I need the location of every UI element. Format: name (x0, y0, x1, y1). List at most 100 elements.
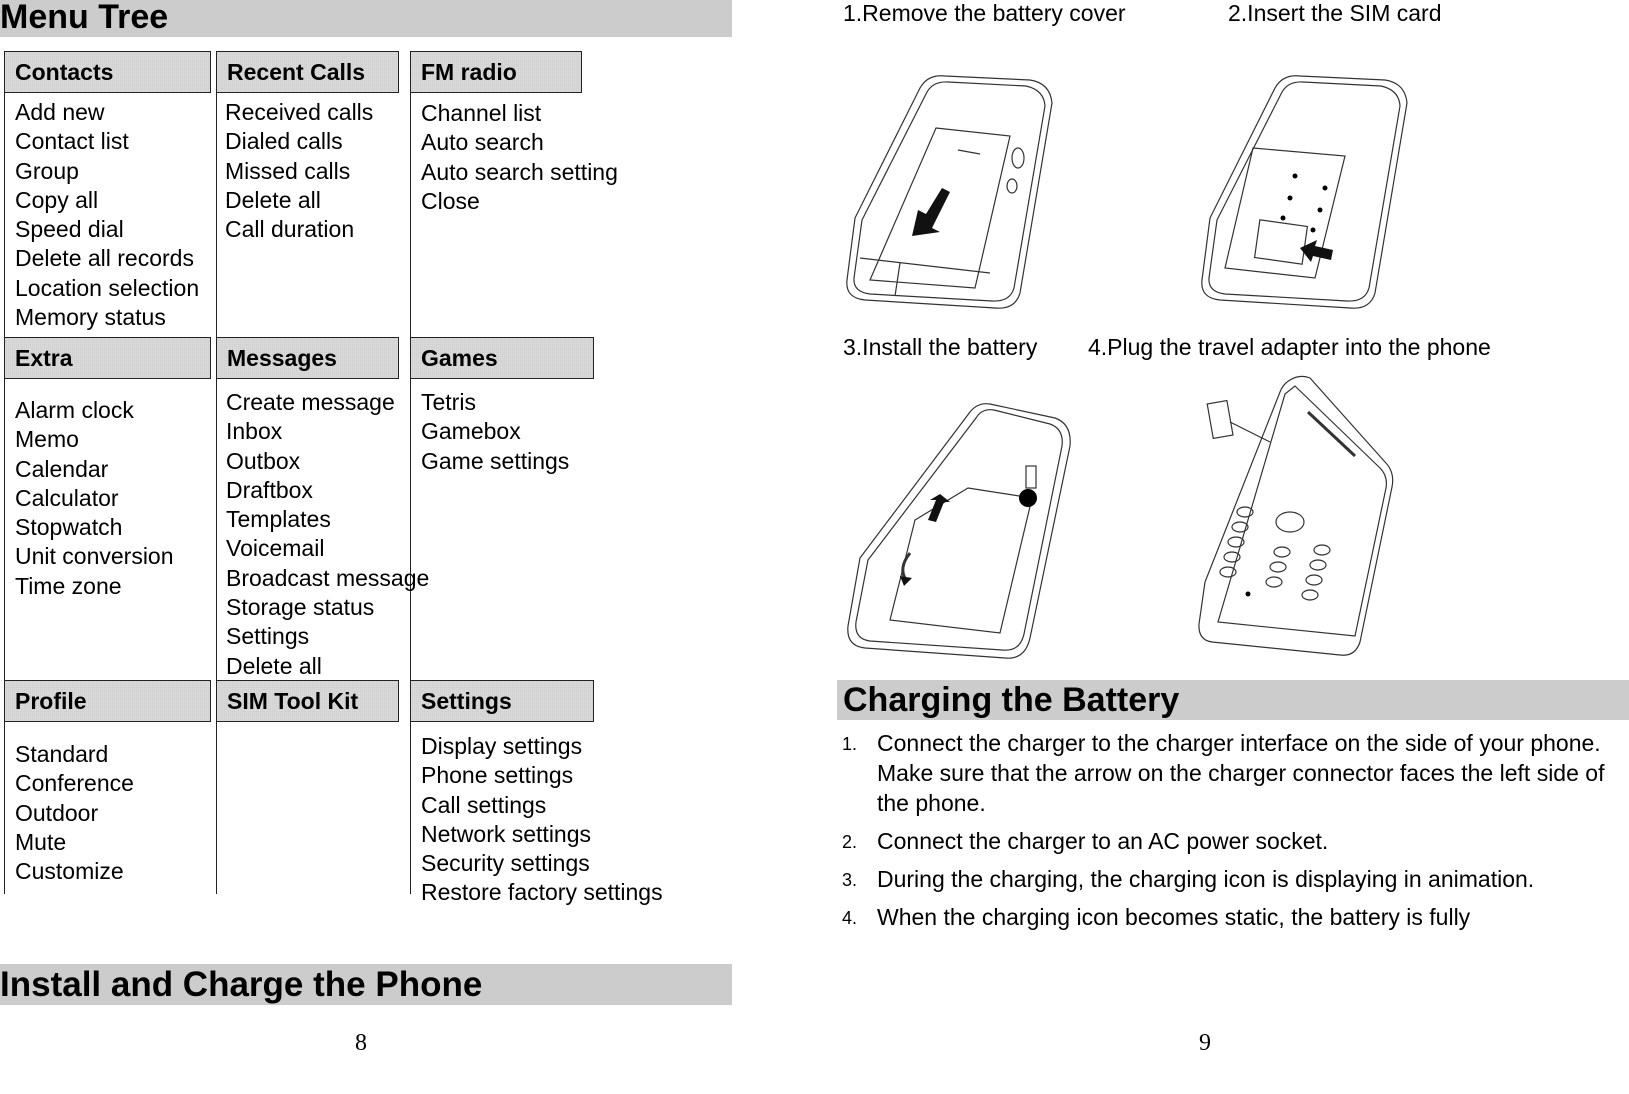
menu-item: Customize (15, 858, 124, 885)
page-number-left: 8 (355, 1030, 367, 1056)
list-number: 3. (842, 870, 858, 890)
menu-items-settings: Display settings Phone settings Call setti… (421, 732, 663, 908)
menu-item: Memory status (15, 304, 166, 331)
list-text: Connect the charger to the charger inter… (877, 730, 1601, 756)
menu-item: Mute (15, 828, 67, 855)
menu-item: Delete all records (15, 245, 194, 272)
column-divider (4, 722, 5, 894)
menu-item: Add new (15, 99, 105, 125)
page-number-right: 9 (1199, 1030, 1211, 1056)
menu-header-settings: Settings (410, 680, 594, 722)
menu-item: Standard (15, 741, 109, 767)
menu-items-messages: Create message Inbox Outbox Draftbox Templat… (226, 388, 429, 681)
menu-items-extra: Alarm clock Memo Calendar Calculator Stopwat… (15, 396, 174, 601)
menu-item: Stopwatch (15, 514, 123, 541)
menu-item: Draftbox (226, 476, 313, 503)
column-divider (410, 93, 411, 337)
menu-item: Call settings (421, 791, 547, 818)
menu-item: Broadcast message (226, 564, 430, 591)
menu-item: Calendar (15, 455, 109, 482)
menu-item: Gamebox (421, 418, 521, 445)
menu-item: Close (421, 187, 480, 214)
list-text: When the charging icon becomes static, t… (877, 904, 1471, 930)
menu-item: Delete all (226, 652, 322, 679)
menu-item: Auto search setting (421, 158, 618, 185)
menu-items-profile: Standard Conference Outdoor Mute Customize (15, 740, 134, 886)
menu-tree-title: Menu Tree (0, 0, 732, 37)
menu-item: Outbox (226, 447, 301, 474)
list-text: Connect the charger to an AC power socke… (877, 828, 1329, 854)
phone-back-cover-illustration (846, 75, 1053, 309)
list-text: During the charging, the charging icon i… (877, 866, 1535, 892)
menu-items-fm-radio: Channel list Auto search Auto search setti… (421, 99, 618, 216)
menu-item: Location selection (15, 274, 200, 301)
menu-item: Game settings (421, 447, 570, 474)
menu-item: Received calls (225, 99, 374, 125)
menu-header-extra: Extra (4, 337, 211, 379)
menu-item: Missed calls (225, 157, 351, 184)
charging-step-1: 1. Connect the charger to the charger in… (842, 728, 1629, 818)
menu-item: Network settings (421, 820, 592, 847)
menu-item: Outdoor (15, 799, 99, 826)
menu-item: Delete all (225, 186, 321, 213)
column-divider (4, 379, 5, 680)
column-divider (4, 93, 5, 337)
menu-header-profile: Profile (4, 680, 211, 722)
menu-items-games: Tetris Gamebox Game settings (421, 388, 569, 476)
menu-item: Channel list (421, 100, 542, 126)
menu-item: Unit conversion (15, 543, 174, 570)
menu-item: Phone settings (421, 762, 574, 789)
charging-step-4: 4. When the charging icon becomes static… (842, 902, 1629, 932)
menu-item: Voicemail (226, 535, 325, 562)
charging-battery-section-title: Charging the Battery (837, 680, 1629, 720)
menu-header-contacts: Contacts (4, 51, 211, 93)
menu-item: Dialed calls (225, 128, 343, 155)
column-divider (216, 379, 217, 680)
menu-header-sim-tool-kit: SIM Tool Kit (216, 680, 399, 722)
menu-item: Inbox (226, 418, 283, 445)
sim-insert-illustration (1201, 75, 1408, 309)
step-caption-3: 3.Install the battery (843, 334, 1038, 360)
menu-item: Alarm clock (15, 397, 134, 423)
menu-item: Time zone (15, 572, 122, 599)
menu-item: Tetris (421, 389, 476, 415)
battery-install-illustration (847, 403, 1071, 659)
step-caption-2: 2.Insert the SIM card (1228, 0, 1442, 26)
menu-item: Restore factory settings (421, 879, 663, 906)
list-number: 2. (842, 832, 858, 852)
menu-item: Copy all (15, 186, 99, 213)
menu-item: Memo (15, 426, 79, 453)
menu-item: Calculator (15, 484, 119, 511)
menu-item: Speed dial (15, 216, 124, 243)
step-caption-1: 1.Remove the battery cover (843, 0, 1126, 26)
menu-item: Group (15, 157, 79, 184)
menu-header-fm-radio: FM radio (410, 51, 582, 93)
list-note: Make sure that the arrow on the charger … (877, 760, 1605, 816)
menu-item: Security settings (421, 850, 590, 877)
install-charge-section-title: Install and Charge the Phone (0, 964, 732, 1005)
menu-item: Templates (226, 506, 331, 533)
menu-item: Storage status (226, 594, 375, 621)
menu-header-recent-calls: Recent Calls (216, 51, 399, 93)
menu-item: Contact list (15, 128, 129, 155)
menu-header-messages: Messages (216, 337, 399, 379)
charging-steps-list: 1. Connect the charger to the charger in… (842, 728, 1629, 932)
menu-header-games: Games (410, 337, 594, 379)
menu-item: Conference (15, 770, 134, 797)
step-caption-4: 4.Plug the travel adapter into the phone (1088, 334, 1491, 360)
menu-items-recent-calls: Received calls Dialed calls Missed calls De… (225, 98, 373, 244)
menu-item: Call duration (225, 216, 355, 243)
menu-item: Auto search (421, 129, 544, 156)
column-divider (216, 93, 217, 337)
menu-item: Create message (226, 389, 395, 415)
list-number: 4. (842, 908, 858, 928)
list-number: 1. (842, 734, 858, 754)
travel-adapter-illustration (1198, 375, 1394, 656)
menu-item: Settings (226, 623, 310, 650)
menu-items-contacts: Add new Contact list Group Copy all Speed di… (15, 98, 199, 332)
charging-step-2: 2. Connect the charger to an AC power so… (842, 826, 1629, 856)
menu-item: Display settings (421, 733, 583, 759)
column-divider (410, 722, 411, 894)
charging-step-3: 3. During the charging, the charging ico… (842, 864, 1537, 894)
column-divider (216, 722, 217, 894)
